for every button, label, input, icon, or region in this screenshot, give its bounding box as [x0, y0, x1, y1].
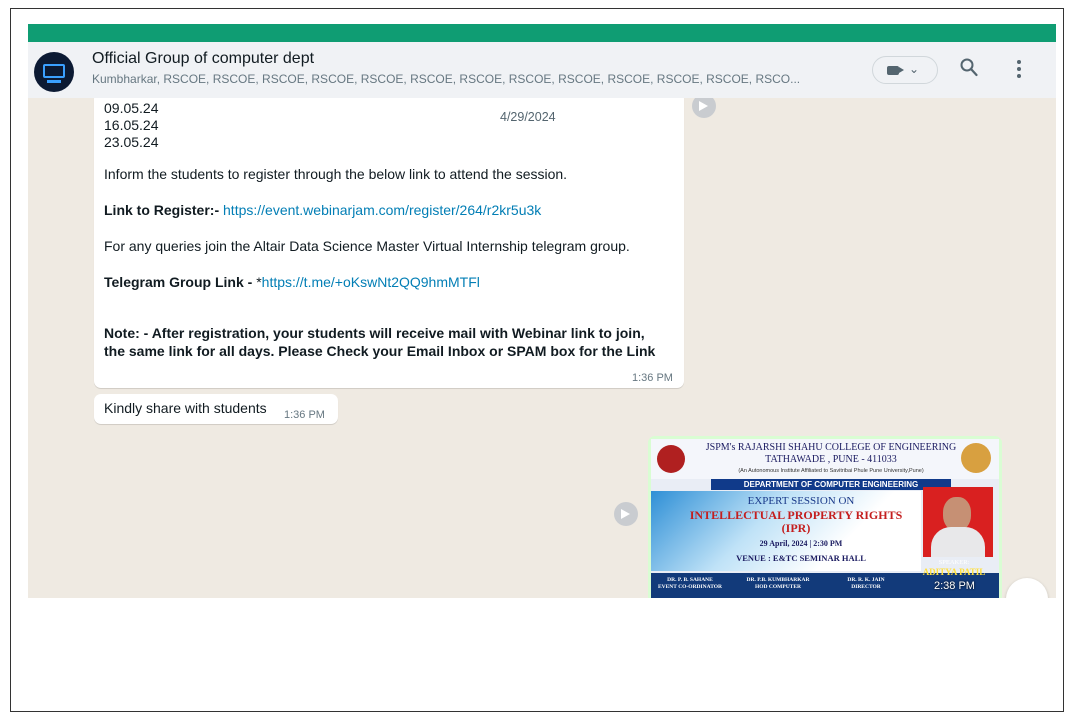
- date-chip: 4/29/2024: [490, 106, 566, 128]
- poster-institute: JSPM's RAJARSHI SHAHU COLLEGE OF ENGINEE…: [705, 442, 957, 465]
- poster-signatory: DR. R. K. JAIN DIRECTOR: [847, 577, 885, 590]
- poster-signatory: DR. P. B. SAHANE EVENT CO-ORDINATOR: [657, 577, 723, 590]
- share-text: Kindly share with students: [104, 400, 267, 416]
- video-camera-icon: [887, 66, 904, 75]
- scroll-down-button[interactable]: ⌄: [1006, 578, 1048, 598]
- poster-venue: VENUE : E&TC SEMINAR HALL: [736, 553, 866, 563]
- message-time: 1:36 PM: [284, 409, 325, 421]
- register-link[interactable]: https://event.webinarjam.com/register/26…: [223, 202, 541, 218]
- poster-date: 29 April, 2024 | 2:30 PM: [759, 539, 843, 548]
- group-title[interactable]: Official Group of computer dept: [92, 50, 314, 68]
- computer-icon: [43, 64, 65, 78]
- telegram-link[interactable]: https://t.me/+oKswNt2QQ9hmMTFl: [262, 274, 480, 290]
- kebab-menu-icon[interactable]: [1016, 58, 1022, 80]
- forward-icon[interactable]: [692, 98, 716, 118]
- speaker-photo: [923, 487, 993, 557]
- poster-topic: INTELLECTUAL PROPERTY RIGHTS (IPR): [689, 508, 903, 535]
- note-text: Note: - After registration, your student…: [104, 325, 656, 359]
- college-logo: [657, 445, 685, 473]
- poster-speaker-label: SPEAKER:: [938, 559, 970, 566]
- poster-signatory: DR. P.B. KUMBHARKAR HOD COMPUTER: [746, 577, 810, 590]
- message-bubble-share[interactable]: Kindly share with students 1:36 PM: [94, 394, 338, 424]
- queries-text: For any queries join the Altair Data Sci…: [104, 238, 630, 254]
- poster-speaker-name: ADITYA PATIL: [922, 567, 986, 577]
- group-members[interactable]: Kumbharkar, RSCOE, RSCOE, RSCOE, RSCOE, …: [92, 72, 852, 86]
- chevron-down-icon: ⌄: [909, 62, 920, 76]
- group-avatar[interactable]: [34, 52, 74, 92]
- chat-area[interactable]: 09.05.24 16.05.24 23.05.24 4/29/2024 Inf…: [28, 98, 1056, 598]
- register-line: Link to Register:- https://event.webinar…: [104, 202, 542, 218]
- image-message[interactable]: JSPM's RAJARSHI SHAHU COLLEGE OF ENGINEE…: [648, 436, 1002, 598]
- chevron-down-icon: ⌄: [1019, 592, 1031, 598]
- app-top-bar: [28, 24, 1056, 42]
- telegram-line: Telegram Group Link - *https://t.me/+oKs…: [104, 274, 480, 290]
- poster-department: DEPARTMENT OF COMPUTER ENGINEERING: [711, 479, 951, 490]
- chat-header[interactable]: Official Group of computer dept Kumbhark…: [28, 42, 1056, 98]
- inform-text: Inform the students to register through …: [104, 166, 568, 182]
- event-poster-image[interactable]: JSPM's RAJARSHI SHAHU COLLEGE OF ENGINEE…: [651, 439, 999, 598]
- message-bubble-webinar[interactable]: 09.05.24 16.05.24 23.05.24 4/29/2024 Inf…: [94, 98, 684, 388]
- video-call-button[interactable]: ⌄: [872, 56, 938, 84]
- poster-affiliation: (An Autonomous Institute Affiliated to S…: [738, 468, 924, 474]
- session-dates: 09.05.24 16.05.24 23.05.24: [104, 100, 159, 150]
- forward-icon[interactable]: [614, 502, 638, 526]
- search-icon[interactable]: [960, 58, 978, 78]
- message-time: 2:38 PM: [934, 580, 975, 592]
- message-time: 1:36 PM: [632, 372, 673, 384]
- poster-expert: EXPERT SESSION ON: [747, 495, 855, 507]
